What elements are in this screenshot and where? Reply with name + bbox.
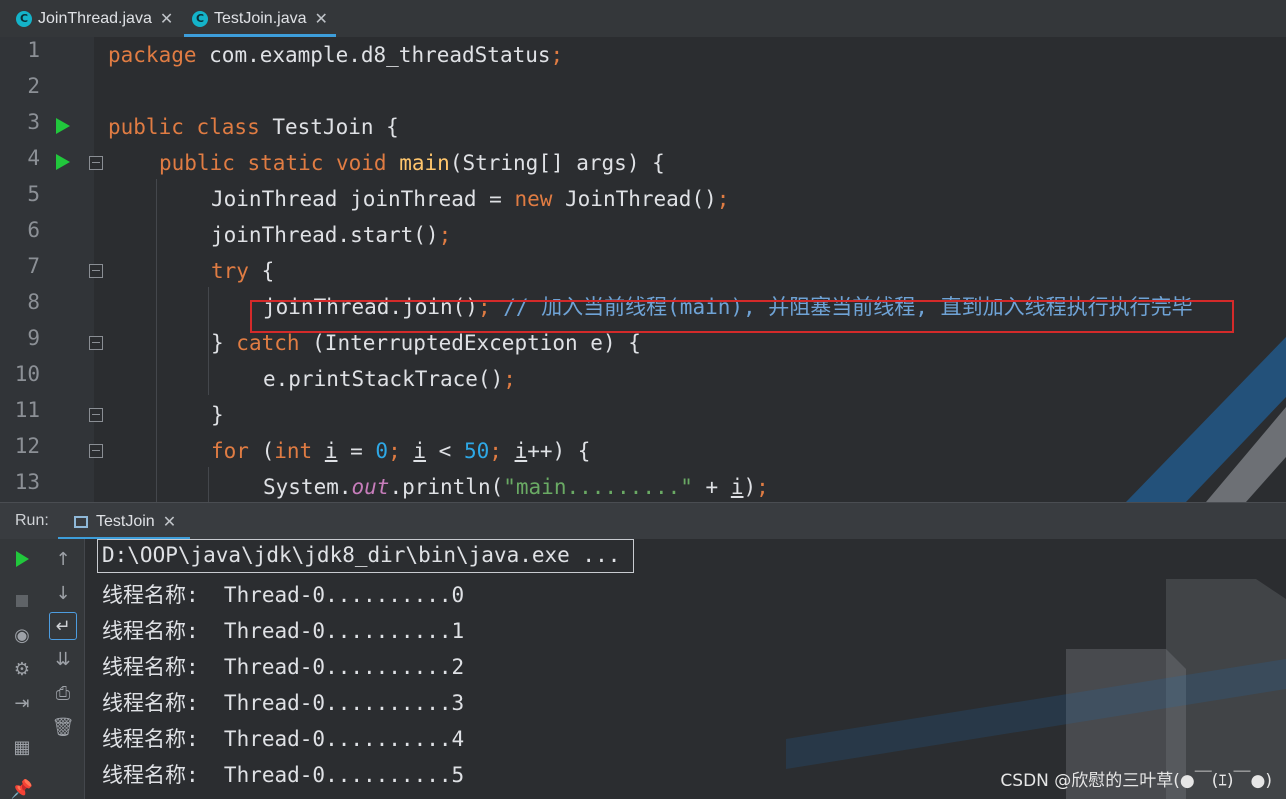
indent-guide	[208, 359, 209, 395]
run-tool-header: Run: TestJoin ✕	[0, 502, 1286, 540]
indent-guide	[156, 179, 157, 502]
line-number: 2	[27, 74, 40, 98]
java-class-icon: C	[192, 10, 208, 27]
highlight-annotation-box	[250, 300, 1234, 333]
run-tab-label: TestJoin	[96, 512, 155, 530]
trash-icon[interactable]: 🗑	[49, 713, 77, 741]
tab-testjoin-java[interactable]: C TestJoin.java ✕	[184, 0, 336, 37]
code-line-10: e.printStackTrace();	[263, 367, 516, 391]
console-output-line: 线程名称: Thread-0..........2	[102, 655, 465, 679]
console-command-line: D:\OOP\java\jdk\jdk8_dir\bin\java.exe ..…	[102, 543, 621, 567]
tab-jointhread-java[interactable]: C JoinThread.java ✕	[16, 0, 173, 37]
run-class-icon[interactable]	[56, 118, 70, 134]
run-main-icon[interactable]	[56, 154, 70, 170]
stop-icon[interactable]	[8, 587, 36, 615]
print-icon[interactable]: ⎙	[49, 679, 77, 707]
code-line-11: }	[211, 403, 224, 427]
fold-icon[interactable]	[89, 156, 103, 170]
line-number: 13	[14, 470, 40, 494]
code-line-6: joinThread.start();	[211, 223, 452, 247]
console-output-line: 线程名称: Thread-0..........0	[102, 583, 465, 607]
run-label: Run:	[15, 512, 49, 529]
code-line-13: System.out.println("main........." + i);	[263, 475, 769, 499]
line-number: 12	[14, 434, 40, 458]
watermark-text: CSDN @欣慰的三叶草(●￣(ｴ)￣●)	[1000, 771, 1272, 791]
run-console[interactable]: ◉ ⚙ ⇥ ▦ 📌 ↑ ↓ ↵ ⇊ ⎙ 🗑 D:\OOP\java\jdk\jd…	[0, 539, 1286, 799]
line-number: 10	[14, 362, 40, 386]
run-tab-testjoin[interactable]: TestJoin ✕	[58, 503, 190, 540]
console-window-icon	[74, 515, 88, 528]
line-number: 7	[27, 254, 40, 278]
code-line-3: public class TestJoin {	[108, 115, 399, 139]
layout-icon[interactable]: ▦	[8, 733, 36, 761]
console-output-line: 线程名称: Thread-0..........4	[102, 727, 465, 751]
code-line-7: try {	[211, 259, 275, 283]
background-decoration	[786, 579, 1286, 799]
java-class-icon: C	[16, 10, 32, 27]
indent-guide	[208, 467, 209, 502]
settings-icon[interactable]: ⚙	[8, 655, 36, 683]
line-number: 11	[14, 398, 40, 422]
tab-label: JoinThread.java	[38, 9, 152, 27]
console-toolbar-right: ↑ ↓ ↵ ⇊ ⎙ 🗑	[44, 539, 85, 799]
background-decoration	[1126, 337, 1286, 502]
exit-icon[interactable]: ⇥	[8, 689, 36, 717]
down-arrow-icon[interactable]: ↓	[49, 579, 77, 607]
code-line-4: public static void main(String[] args) {	[159, 151, 665, 175]
close-icon[interactable]: ✕	[160, 9, 173, 29]
line-number: 5	[27, 182, 40, 206]
code-editor[interactable]: 1 2 3 4 5 6 7 8 9 10 11 12 13 package co…	[0, 37, 1286, 502]
code-line-12: for (int i = 0; i < 50; i++) {	[211, 439, 591, 463]
console-toolbar-left: ◉ ⚙ ⇥ ▦ 📌	[0, 539, 45, 799]
line-number: 4	[27, 146, 40, 170]
line-number: 3	[27, 110, 40, 134]
scroll-to-end-icon[interactable]: ⇊	[49, 645, 77, 673]
close-icon[interactable]: ✕	[163, 512, 176, 532]
pin-icon[interactable]: 📌	[8, 775, 36, 799]
close-icon[interactable]: ✕	[315, 9, 328, 29]
console-output-line: 线程名称: Thread-0..........3	[102, 691, 465, 715]
camera-icon[interactable]: ◉	[8, 621, 36, 649]
fold-icon[interactable]	[89, 336, 103, 350]
tab-label: TestJoin.java	[214, 9, 307, 27]
line-number: 8	[27, 290, 40, 314]
line-number: 6	[27, 218, 40, 242]
console-output-line: 线程名称: Thread-0..........5	[102, 763, 465, 787]
editor-tab-bar: C JoinThread.java ✕ C TestJoin.java ✕	[0, 0, 1286, 38]
console-output-line: 线程名称: Thread-0..........1	[102, 619, 465, 643]
code-line-1: package com.example.d8_threadStatus;	[108, 43, 564, 67]
indent-guide	[208, 287, 209, 359]
fold-icon[interactable]	[89, 444, 103, 458]
line-number: 9	[27, 326, 40, 350]
soft-wrap-icon[interactable]: ↵	[49, 612, 77, 640]
code-line-5: JoinThread joinThread = new JoinThread()…	[211, 187, 730, 211]
fold-icon[interactable]	[89, 264, 103, 278]
rerun-icon[interactable]	[8, 545, 36, 573]
up-arrow-icon[interactable]: ↑	[49, 545, 77, 573]
line-number: 1	[27, 38, 40, 62]
fold-icon[interactable]	[89, 408, 103, 422]
